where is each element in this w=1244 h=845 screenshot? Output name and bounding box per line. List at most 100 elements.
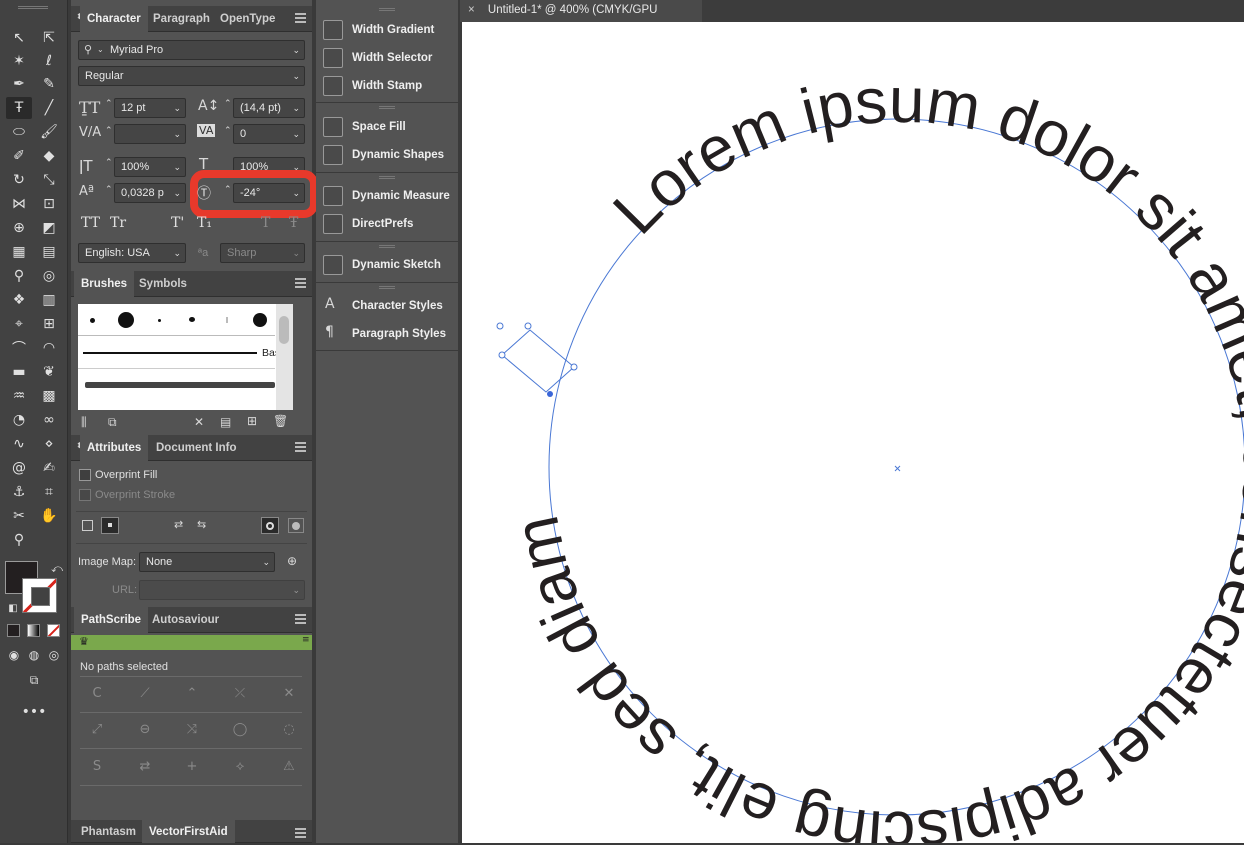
delete-brush-icon[interactable]: 🗑 <box>273 414 288 428</box>
spiral-tool-icon[interactable]: @ <box>6 457 32 479</box>
plugin-directprefs[interactable]: DirectPrefs <box>316 210 458 238</box>
new-brush-icon[interactable]: ⊞ <box>247 414 257 428</box>
crop-tool-icon[interactable]: ⌗ <box>36 481 62 503</box>
lasso-tool-icon[interactable]: ℓ <box>36 50 62 72</box>
leading-field[interactable]: (14,4 pt) ⌄ <box>233 98 305 118</box>
panel-menu-icon[interactable] <box>295 442 306 452</box>
panel-grip[interactable] <box>379 245 395 248</box>
pathscribe-smooth-button[interactable]: C <box>86 686 108 704</box>
brush-dot[interactable] <box>90 318 95 323</box>
brush-dot[interactable] <box>226 317 228 323</box>
stroke-color-swatch[interactable] <box>22 578 57 613</box>
node-tool-icon[interactable]: ⋄ <box>36 433 62 455</box>
plugin-width-selector[interactable]: Width Selector <box>316 44 458 72</box>
pathscribe-align-button[interactable]: ⊖ <box>134 722 156 740</box>
plugin-space-fill[interactable]: Space Fill <box>316 113 458 141</box>
pathscribe-swap-button[interactable]: ⇄ <box>134 759 156 777</box>
paintbrush-tool-icon[interactable]: 🖌 <box>36 121 62 143</box>
rotate-handle[interactable] <box>496 322 504 330</box>
perspective-grid-tool-icon[interactable]: ▦ <box>6 241 32 263</box>
graph-tool-icon[interactable]: ▥ <box>36 289 62 311</box>
tab-attributes[interactable]: Attributes <box>80 435 149 461</box>
panel-grip[interactable] <box>379 286 395 289</box>
pathscribe-anchor-button[interactable]: ⟡ <box>229 759 251 777</box>
stepper-icon[interactable]: ⌃ <box>224 185 232 195</box>
toolbar-grip[interactable] <box>18 6 48 9</box>
bbox-handle[interactable] <box>498 351 506 359</box>
options-icon[interactable]: ▤ <box>220 415 231 429</box>
browser-icon[interactable]: ⊕ <box>287 554 297 568</box>
width-tool-icon[interactable]: ⋈ <box>6 193 32 215</box>
pathscribe-warning-button[interactable]: ⚠ <box>278 759 300 777</box>
direct-selection-tool-icon[interactable]: ⇱ <box>36 27 62 49</box>
symbol-sprayer-tool-icon[interactable]: ❖ <box>6 289 32 311</box>
pathscribe-delete-button[interactable]: ✕ <box>278 686 300 704</box>
plugin-width-stamp[interactable]: Width Stamp <box>316 72 458 100</box>
font-size-field[interactable]: 12 pt ⌄ <box>114 98 186 118</box>
rotate-tool-icon[interactable]: ↻ <box>6 169 32 191</box>
zoom-tool-icon[interactable]: ⚲ <box>6 529 32 551</box>
ellipse-tool-icon[interactable]: ⬭ <box>6 121 32 143</box>
bbox-handle[interactable] <box>524 322 532 330</box>
pathscribe-tangent-button[interactable]: ⤢ <box>86 722 108 740</box>
pathscribe-circle-button[interactable]: ◯ <box>229 722 251 740</box>
panel-grip[interactable] <box>379 106 395 109</box>
shaper-tool-icon[interactable]: ✐ <box>6 145 32 167</box>
type-tool-icon[interactable]: Ŧ <box>6 97 32 119</box>
plugin-dynamic-shapes[interactable]: Dynamic Shapes <box>316 141 458 169</box>
artboard-canvas[interactable]: Lorem ipsum dolor sit amet, consectetuer… <box>462 22 1244 843</box>
default-colors-icon[interactable]: ◧ <box>0 597 26 619</box>
evenodd-icon[interactable]: ⇆ <box>197 518 206 531</box>
reverse-path-off-icon[interactable] <box>288 518 304 533</box>
subscript-button[interactable]: T₁ <box>197 215 212 231</box>
draw-inside-icon[interactable]: ◎ <box>41 644 67 666</box>
brush-dot[interactable] <box>189 317 195 322</box>
tab-vectorfirstaid[interactable]: VectorFirstAid <box>142 820 235 843</box>
basic-brush-stroke[interactable] <box>83 352 257 354</box>
tracking-field[interactable]: 0 ⌄ <box>233 124 305 144</box>
stepper-icon[interactable]: ⌃ <box>105 126 113 136</box>
more-tools-icon[interactable]: ••• <box>21 701 47 723</box>
close-icon[interactable]: × <box>468 4 475 16</box>
pathscribe-corner-button[interactable]: ⌃ <box>181 686 203 704</box>
free-transform-tool-icon[interactable]: ⊡ <box>36 193 62 215</box>
font-family-field[interactable]: ⚲ ⌄ Myriad Pro ⌄ <box>78 40 305 60</box>
remove-brush-icon[interactable]: ✕ <box>194 415 204 429</box>
tab-phantasm[interactable]: Phantasm <box>74 820 143 843</box>
path-tool-icon[interactable]: ∿ <box>6 433 32 455</box>
panel-grip[interactable] <box>379 8 395 11</box>
plugin-dynamic-sketch[interactable]: Dynamic Sketch <box>316 251 458 279</box>
pathscribe-add-button[interactable]: + <box>181 759 203 777</box>
line-tool-icon[interactable]: ╱ <box>36 97 62 119</box>
artboard-tool-icon[interactable]: ⌖ <box>6 313 32 335</box>
brush-dot[interactable] <box>253 313 267 327</box>
pen-tool-icon[interactable]: ✒ <box>6 73 32 95</box>
blob-tool-icon[interactable]: ◔ <box>6 409 32 431</box>
plugin-paragraph-styles[interactable]: ¶ Paragraph Styles <box>316 320 458 348</box>
shape-builder-tool-icon[interactable]: ⊕ <box>6 217 32 239</box>
superscript-button[interactable]: T' <box>171 215 184 231</box>
libraries-panel-icon[interactable]: ⧉ <box>108 415 117 430</box>
brush-dot[interactable] <box>118 312 134 328</box>
panel-menu-icon[interactable] <box>295 278 306 288</box>
strikethrough-button[interactable]: Ŧ <box>289 215 298 231</box>
eyedropper-tool-icon[interactable]: ⚲ <box>6 265 32 287</box>
nonzero-winding-icon[interactable]: ⇄ <box>174 518 183 531</box>
stepper-icon[interactable]: ⌃ <box>224 99 232 109</box>
path-text[interactable]: Lorem ipsum dolor sit amet, consectetuer… <box>499 64 1244 843</box>
panel-menu-icon[interactable] <box>295 13 306 23</box>
brush-plugin-tool-icon[interactable]: ♒ <box>6 385 32 407</box>
pattern-tool-icon[interactable]: ▩ <box>36 385 62 407</box>
magic-wand-tool-icon[interactable]: ✶ <box>6 50 32 72</box>
butterfly-tool-icon[interactable]: ❦ <box>36 361 62 383</box>
gradient-mode-icon[interactable] <box>27 624 40 637</box>
overprint-fill-checkbox[interactable] <box>79 469 91 481</box>
tab-document-info[interactable]: Document Info <box>149 435 244 461</box>
small-caps-button[interactable]: Tr <box>110 215 126 231</box>
curvature-tool-icon[interactable]: ✎ <box>36 73 62 95</box>
brush-library-icon[interactable]: ⫼ <box>81 415 87 430</box>
tab-brushes[interactable]: Brushes <box>74 271 135 297</box>
hand-tool-icon[interactable]: ✋ <box>36 505 62 527</box>
panel-grip[interactable] <box>379 176 395 179</box>
knife-tool-icon[interactable]: ✂ <box>6 505 32 527</box>
